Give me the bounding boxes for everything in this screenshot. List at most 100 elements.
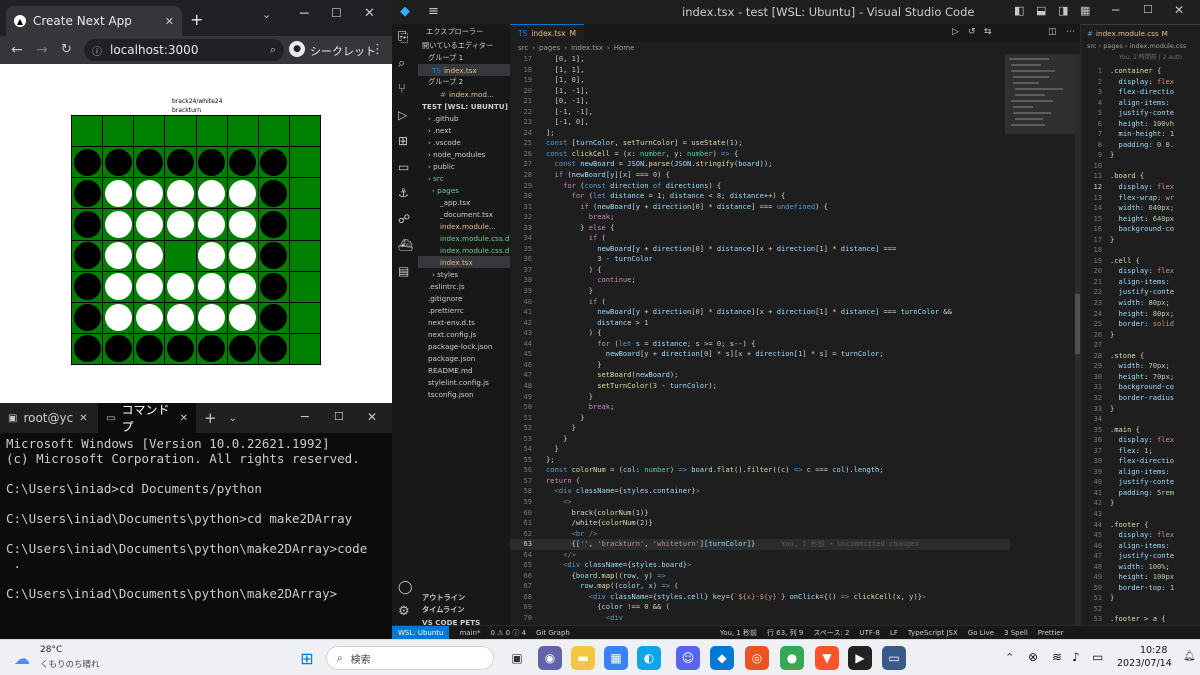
board-cell[interactable] — [103, 147, 134, 178]
workspace-header[interactable]: TEST [WSL: UBUNTU] — [418, 100, 510, 112]
minimap[interactable] — [1005, 54, 1077, 625]
anchor-icon[interactable]: ⚓ — [398, 186, 409, 200]
board-cell[interactable] — [165, 147, 196, 178]
board-cell[interactable] — [72, 116, 103, 147]
settings-gear-icon[interactable]: ⚙ — [398, 604, 410, 619]
board-cell[interactable] — [258, 240, 289, 271]
site-info-icon[interactable]: ⓘ — [92, 43, 102, 58]
board-cell[interactable] — [72, 240, 103, 271]
board-cell[interactable] — [227, 178, 258, 209]
board-cell[interactable] — [72, 209, 103, 240]
close-button[interactable]: ✕ — [1174, 3, 1184, 17]
git-graph-status[interactable]: Git Graph — [536, 629, 570, 637]
taskbar-search[interactable]: ⌕ 検索 — [326, 646, 494, 670]
source-control-icon[interactable]: ⑂ — [398, 82, 406, 97]
open-editor-item[interactable]: # index.mod... — [418, 88, 510, 100]
board-cell[interactable] — [289, 178, 320, 209]
tab-close-icon[interactable]: ✕ — [180, 413, 188, 424]
chat-icon[interactable]: ◉ — [538, 646, 562, 670]
breadcrumb-item[interactable]: src — [518, 44, 528, 52]
clock-date[interactable]: 2023/07/14 — [1117, 658, 1172, 669]
board-cell[interactable] — [103, 302, 134, 333]
board-cell[interactable] — [165, 116, 196, 147]
remote-explorer-icon[interactable]: ▭ — [398, 160, 409, 174]
timeline-icon[interactable]: ↺ — [968, 27, 976, 37]
search-icon[interactable]: ⌕ — [398, 56, 405, 71]
file-tree-item[interactable]: › node_modules — [418, 148, 510, 160]
docker-icon[interactable]: ⛴ — [398, 238, 413, 252]
tab-close-icon[interactable]: ✕ — [79, 413, 87, 424]
blame-status[interactable]: You, 1 秒前 — [720, 628, 757, 638]
board-cell[interactable] — [289, 302, 320, 333]
file-tree-item[interactable]: package-lock.json — [418, 340, 510, 352]
app-taskbar-icon[interactable]: ▭ — [882, 646, 906, 670]
layout-customize-icon[interactable]: ▦ — [1080, 4, 1090, 17]
board-cell[interactable] — [196, 302, 227, 333]
explorer-icon[interactable]: ⎘ — [398, 30, 408, 45]
minimize-button[interactable]: ─ — [301, 410, 309, 425]
edge-icon[interactable]: ◐ — [637, 646, 661, 670]
extensions-icon[interactable]: ⊞ — [398, 134, 408, 148]
board-cell[interactable] — [258, 333, 289, 364]
terminal-taskbar-icon[interactable]: ▶ — [848, 646, 872, 670]
file-tree-item[interactable]: index.module.css.d... — [418, 244, 510, 256]
layout-toggle-icon[interactable]: ◧ — [1014, 4, 1024, 17]
outline-header[interactable]: アウトライン — [422, 592, 465, 604]
run-debug-icon[interactable]: ▷ — [398, 108, 407, 122]
board-cell[interactable] — [258, 302, 289, 333]
vscode-taskbar-icon[interactable]: ◆ — [710, 646, 734, 670]
spell-count[interactable]: 3 Spell — [1004, 629, 1028, 637]
dropdown-icon[interactable]: ⌄ — [229, 413, 237, 424]
volume-icon[interactable]: ♪ — [1072, 650, 1080, 664]
file-tree-item[interactable]: .prettierrc — [418, 304, 510, 316]
file-tree-item[interactable]: › .next — [418, 124, 510, 136]
breadcrumb-item[interactable]: index.tsx — [571, 44, 603, 52]
file-tree-item[interactable]: › src — [418, 172, 510, 184]
terminal-tab-wsl[interactable]: ▣ root@yc ✕ — [0, 403, 98, 433]
editor-tab-index-tsx[interactable]: TS index.tsx M — [510, 24, 585, 42]
board-cell[interactable] — [196, 271, 227, 302]
file-tree-item[interactable]: _app.tsx — [418, 196, 510, 208]
file-tree-item[interactable]: › .github — [418, 112, 510, 124]
board-cell[interactable] — [134, 240, 165, 271]
board-cell[interactable] — [227, 147, 258, 178]
board-cell[interactable] — [103, 116, 134, 147]
board-cell[interactable] — [165, 271, 196, 302]
clock-time[interactable]: 10:28 — [1140, 645, 1167, 656]
board-cell[interactable] — [258, 116, 289, 147]
encoding[interactable]: UTF-8 — [860, 629, 880, 637]
open-editors-header[interactable]: 開いているエディター — [418, 40, 510, 52]
menu-icon[interactable]: ⋮ — [371, 42, 384, 57]
board-cell[interactable] — [103, 209, 134, 240]
notification-icon[interactable]: 🔔︎ — [1183, 651, 1196, 662]
close-button[interactable]: ✕ — [367, 410, 377, 424]
battery-icon[interactable]: ▭ — [1092, 650, 1103, 664]
board-cell[interactable] — [165, 333, 196, 364]
board-cell[interactable] — [227, 209, 258, 240]
file-tree-item[interactable]: _document.tsx — [418, 208, 510, 220]
breadcrumb-item[interactable]: index.module.css — [1130, 42, 1187, 50]
back-icon[interactable]: ← — [11, 42, 23, 58]
tray-app-icon[interactable]: ⊗ — [1028, 650, 1038, 664]
board-cell[interactable] — [289, 333, 320, 364]
file-explorer-icon[interactable]: ▬ — [571, 646, 595, 670]
board-cell[interactable] — [258, 178, 289, 209]
compare-icon[interactable]: ⇆ — [984, 27, 992, 37]
tray-overflow-icon[interactable]: ⌃ — [1005, 651, 1014, 664]
board-cell[interactable] — [165, 209, 196, 240]
board-cell[interactable] — [196, 333, 227, 364]
board-cell[interactable] — [103, 178, 134, 209]
board-cell[interactable] — [227, 240, 258, 271]
close-button[interactable]: ✕ — [364, 6, 375, 21]
minimize-button[interactable]: ─ — [300, 6, 308, 22]
split-editor-icon[interactable]: ◫ — [1048, 27, 1057, 37]
network-icon[interactable]: ≋ — [1052, 650, 1062, 664]
ubuntu-icon[interactable]: ◎ — [745, 646, 769, 670]
board-cell[interactable] — [103, 271, 134, 302]
minimize-button[interactable]: ─ — [1112, 3, 1119, 17]
forward-icon[interactable]: → — [36, 42, 48, 58]
board-cell[interactable] — [289, 240, 320, 271]
reload-icon[interactable]: ↻ — [61, 42, 72, 57]
remote-indicator[interactable]: WSL: Ubuntu — [392, 625, 450, 640]
new-tab-button[interactable]: + — [190, 10, 203, 29]
